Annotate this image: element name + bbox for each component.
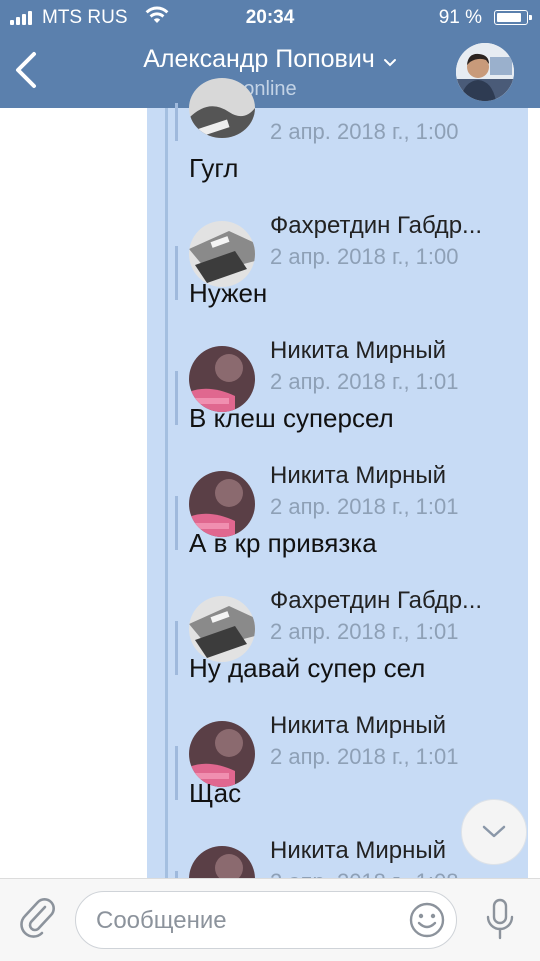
composer-bar: Сообщение (0, 878, 540, 961)
message-date: 2 апр. 2018 г., 1:00 (270, 119, 459, 144)
microphone-button[interactable] (485, 897, 515, 946)
quote-line (175, 746, 178, 800)
sender-name: Никита Мирный (270, 712, 447, 739)
message-text: Щас (189, 778, 242, 808)
message-text: В клеш суперсел (189, 403, 394, 433)
message-input[interactable]: Сообщение (75, 891, 457, 949)
message-date: 2 апр. 2018 г., 1:08 (270, 869, 459, 878)
avatar (189, 846, 255, 878)
message-text: Нужен (189, 278, 268, 308)
quote-line (175, 621, 178, 675)
message-input-placeholder: Сообщение (96, 907, 227, 934)
message-text: Ну давай супер сел (189, 653, 426, 683)
paperclip-icon (20, 898, 55, 938)
attach-button[interactable] (20, 897, 56, 946)
chevron-down-icon (482, 825, 506, 838)
message-feed[interactable]: 2 апр. 2018 г., 1:00 Гугл Фахретдин Габд… (0, 0, 540, 878)
emoji-icon (409, 902, 445, 938)
sender-name: Никита Мирный (270, 462, 447, 489)
avatar (189, 78, 255, 138)
sender-name: Фахретдин Габдр... (270, 587, 483, 614)
message-date: 2 апр. 2018 г., 1:00 (270, 244, 459, 269)
quote-line (175, 871, 178, 878)
scroll-down-button[interactable] (461, 799, 527, 865)
message-date: 2 апр. 2018 г., 1:01 (270, 369, 459, 394)
message-date: 2 апр. 2018 г., 1:01 (270, 619, 459, 644)
quote-line (175, 103, 178, 141)
message-date: 2 апр. 2018 г., 1:01 (270, 494, 459, 519)
quote-line (175, 496, 178, 550)
message-date: 2 апр. 2018 г., 1:01 (270, 744, 459, 769)
emoji-button[interactable] (408, 901, 446, 944)
sender-name: Никита Мирный (270, 337, 447, 364)
message-text: А в кр привязка (189, 528, 377, 558)
sender-name: Фахретдин Габдр... (270, 212, 483, 239)
quote-line (175, 246, 178, 300)
quote-line (175, 371, 178, 425)
message-text: Гугл (189, 153, 239, 183)
microphone-icon (486, 898, 514, 940)
